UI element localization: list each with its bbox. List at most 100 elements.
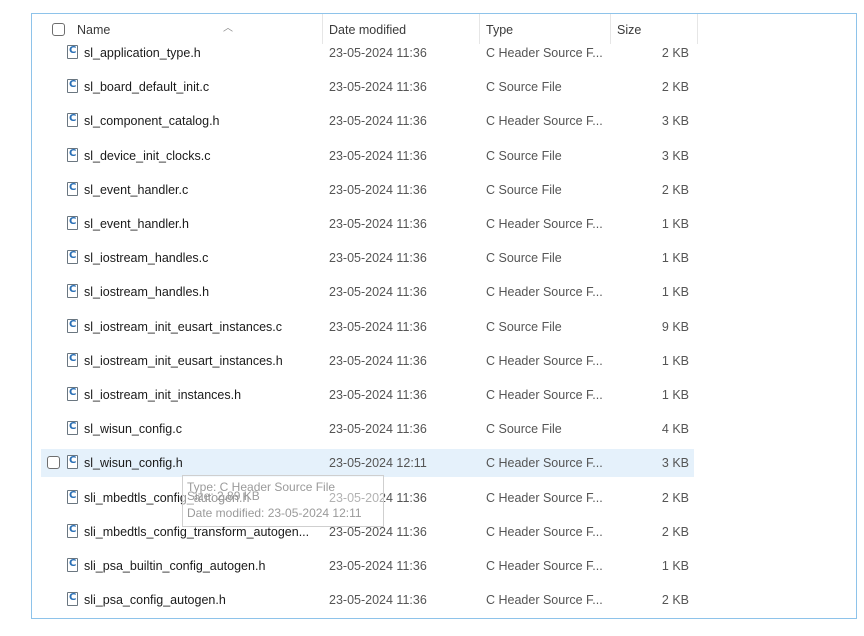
file-size: 1 KB <box>661 217 689 231</box>
file-type: C Source File <box>486 251 562 265</box>
file-size: 2 KB <box>661 525 689 539</box>
file-size: 1 KB <box>661 251 689 265</box>
file-type: C Header Source F... <box>486 46 603 60</box>
c-file-icon: C <box>67 148 78 162</box>
tooltip-date: Date modified: 23-05-2024 12:11 <box>187 506 362 520</box>
file-size: 2 KB <box>661 491 689 505</box>
file-name: sl_event_handler.h <box>84 217 189 231</box>
file-size: 4 KB <box>661 422 689 436</box>
select-all-checkbox[interactable] <box>52 23 65 36</box>
file-name: sl_iostream_init_eusart_instances.h <box>84 354 283 368</box>
file-type: C Source File <box>486 320 562 334</box>
file-date-modified: 23-05-2024 11:36 <box>329 320 427 334</box>
file-size: 1 KB <box>661 388 689 402</box>
file-size: 1 KB <box>661 559 689 573</box>
file-size: 3 KB <box>661 149 689 163</box>
file-type: C Header Source F... <box>486 491 603 505</box>
c-file-icon: C <box>67 524 78 538</box>
file-date-modified: 23-05-2024 11:36 <box>329 217 427 231</box>
c-file-icon: C <box>67 319 78 333</box>
file-size: 3 KB <box>661 456 689 470</box>
file-size: 3 KB <box>661 114 689 128</box>
c-file-icon: C <box>67 45 78 59</box>
file-date-modified: 23-05-2024 11:36 <box>329 559 427 573</box>
c-file-icon: C <box>67 387 78 401</box>
file-type: C Header Source F... <box>486 354 603 368</box>
c-file-icon: C <box>67 455 78 469</box>
c-file-icon: C <box>67 113 78 127</box>
c-file-icon: C <box>67 558 78 572</box>
row-select-checkbox[interactable] <box>47 456 60 469</box>
file-row[interactable]: Csl_device_init_clocks.c 23-05-2024 11:36… <box>41 142 694 170</box>
file-date-modified: 23-05-2024 11:36 <box>329 149 427 163</box>
file-row[interactable]: Csli_psa_builtin_config_autogen.h 23-05-2… <box>41 552 694 580</box>
column-header-date-label: Date modified <box>329 23 407 37</box>
c-file-icon: C <box>67 284 78 298</box>
file-name: sl_iostream_handles.c <box>84 251 209 265</box>
column-divider[interactable] <box>697 14 698 44</box>
file-row[interactable]: Csl_event_handler.c 23-05-2024 11:36 C Sou… <box>41 176 694 204</box>
c-file-icon: C <box>67 421 78 435</box>
file-date-modified: 23-05-2024 11:36 <box>329 388 427 402</box>
file-name: sl_component_catalog.h <box>84 114 220 128</box>
file-name: sl_iostream_handles.h <box>84 285 210 299</box>
file-row[interactable]: Csl_application_type.h 23-05-2024 11:36 C … <box>41 39 694 67</box>
file-row[interactable]: Csl_iostream_init_eusart_instances.c 23-0… <box>41 313 694 341</box>
file-date-modified: 23-05-2024 11:36 <box>329 422 427 436</box>
file-type: C Source File <box>486 149 562 163</box>
file-date-modified: 23-05-2024 11:36 <box>329 593 427 607</box>
file-date-modified: 23-05-2024 11:36 <box>329 46 427 60</box>
column-header-type-label: Type <box>486 23 514 37</box>
c-file-icon: C <box>67 182 78 196</box>
file-info-tooltip: Type: C Header Source File Size: 2.89 KB… <box>182 475 384 527</box>
file-type: C Header Source F... <box>486 217 603 231</box>
file-type: C Header Source F... <box>486 593 603 607</box>
file-name: sli_psa_config_autogen.h <box>84 593 226 607</box>
file-date-modified: 23-05-2024 11:36 <box>329 251 427 265</box>
file-name: sl_board_default_init.c <box>84 80 210 94</box>
file-size: 2 KB <box>661 80 689 94</box>
file-type: C Header Source F... <box>486 114 603 128</box>
file-row[interactable]: Csl_event_handler.h 23-05-2024 11:36 C Hea… <box>41 210 694 238</box>
file-name: sl_iostream_init_instances.h <box>84 388 242 402</box>
column-header-size-label: Size <box>617 23 642 37</box>
file-date-modified: 23-05-2024 11:36 <box>329 285 427 299</box>
file-size: 1 KB <box>661 285 689 299</box>
file-row[interactable]: Csl_component_catalog.h 23-05-2024 11:36 C… <box>41 107 694 135</box>
file-row[interactable]: Csli_psa_config_autogen.h 23-05-2024 11:3… <box>41 586 694 614</box>
file-name: sl_device_init_clocks.c <box>84 149 211 163</box>
file-date-modified: 23-05-2024 12:11 <box>329 456 427 470</box>
file-row[interactable]: Csl_iostream_init_instances.h 23-05-2024 … <box>41 381 694 409</box>
c-file-icon: C <box>67 79 78 93</box>
column-header-name-label: Name <box>77 23 111 37</box>
file-date-modified: 23-05-2024 11:36 <box>329 114 427 128</box>
c-file-icon: C <box>67 216 78 230</box>
file-name: sl_wisun_config.c <box>84 422 182 436</box>
file-type: C Source File <box>486 422 562 436</box>
file-size: 2 KB <box>661 593 689 607</box>
file-type: C Header Source F... <box>486 285 603 299</box>
file-size: 2 KB <box>661 183 689 197</box>
file-name: sl_event_handler.c <box>84 183 189 197</box>
c-file-icon: C <box>67 490 78 504</box>
c-file-icon: C <box>67 592 78 606</box>
c-file-icon: C <box>67 353 78 367</box>
file-date-modified: 23-05-2024 11:36 <box>329 354 427 368</box>
file-row[interactable]: Csl_iostream_handles.h 23-05-2024 11:36 C … <box>41 278 694 306</box>
file-row[interactable]: Csl_wisun_config.h 23-05-2024 12:11 C Head… <box>41 449 694 477</box>
file-name: sli_psa_builtin_config_autogen.h <box>84 559 266 573</box>
file-type: C Header Source F... <box>486 456 603 470</box>
file-row[interactable]: Csl_wisun_config.c 23-05-2024 11:36 C Sour… <box>41 415 694 443</box>
file-size: 9 KB <box>661 320 689 334</box>
file-row[interactable]: Csl_board_default_init.c 23-05-2024 11:36… <box>41 73 694 101</box>
file-size: 1 KB <box>661 354 689 368</box>
file-type: C Header Source F... <box>486 388 603 402</box>
file-type: C Header Source F... <box>486 525 603 539</box>
file-date-modified: 23-05-2024 11:36 <box>329 80 427 94</box>
file-type: C Source File <box>486 183 562 197</box>
file-type: C Header Source F... <box>486 559 603 573</box>
file-type: C Source File <box>486 80 562 94</box>
file-row[interactable]: Csl_iostream_init_eusart_instances.h 23-0… <box>41 347 694 375</box>
file-row[interactable]: Csl_iostream_handles.c 23-05-2024 11:36 C … <box>41 244 694 272</box>
c-file-icon: C <box>67 250 78 264</box>
